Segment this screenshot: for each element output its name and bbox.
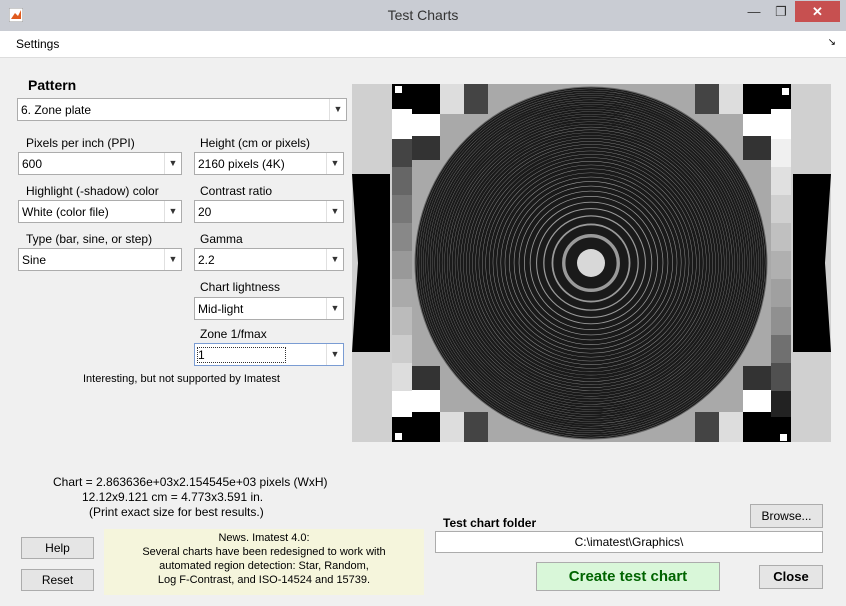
news-line-3: automated region detection: Star, Random… xyxy=(159,560,369,572)
height-label: Height (cm or pixels) xyxy=(200,136,311,150)
chevron-down-icon: ▼ xyxy=(164,153,181,174)
create-test-chart-button[interactable]: Create test chart xyxy=(536,562,720,591)
chart-preview xyxy=(352,84,831,442)
ppi-label: Pixels per inch (PPI) xyxy=(26,136,135,150)
reset-button[interactable]: Reset xyxy=(21,569,94,591)
pattern-value: 6. Zone plate xyxy=(21,103,92,117)
close-window-button[interactable]: ✕ xyxy=(795,1,840,22)
test-charts-window: Test Charts — ❐ ✕ Settings ↘ Pattern 6. … xyxy=(0,0,846,606)
chevron-down-icon: ▼ xyxy=(164,249,181,270)
height-value: 2160 pixels (4K) xyxy=(198,157,285,171)
height-select[interactable]: 2160 pixels (4K) ▼ xyxy=(194,152,344,175)
type-select[interactable]: Sine ▼ xyxy=(18,248,182,271)
highlight-value: White (color file) xyxy=(22,205,109,219)
chevron-down-icon: ▼ xyxy=(326,153,343,174)
chevron-down-icon: ▼ xyxy=(326,249,343,270)
pattern-select[interactable]: 6. Zone plate ▼ xyxy=(17,98,347,121)
news-line-2: Several charts have been redesigned to w… xyxy=(142,546,386,558)
help-button[interactable]: Help xyxy=(21,537,94,559)
lightness-label: Chart lightness xyxy=(200,280,281,294)
gamma-value: 2.2 xyxy=(198,253,215,267)
menu-bar: Settings ↘ xyxy=(0,31,846,58)
folder-path-input[interactable]: C:\imatest\Graphics\ xyxy=(435,531,823,553)
title-bar: Test Charts — ❐ ✕ xyxy=(0,0,846,31)
pattern-heading: Pattern xyxy=(28,77,77,93)
chevron-down-icon: ▼ xyxy=(164,201,181,222)
zone-select[interactable]: 1 ▼ xyxy=(194,343,344,366)
news-line-1: News. Imatest 4.0: xyxy=(218,532,310,544)
highlight-label: Highlight (-shadow) color xyxy=(26,184,159,198)
type-value: Sine xyxy=(22,253,47,267)
close-button[interactable]: Close xyxy=(759,565,823,589)
highlight-select[interactable]: White (color file) ▼ xyxy=(18,200,182,223)
contrast-label: Contrast ratio xyxy=(200,184,273,198)
zone-label: Zone 1/fmax xyxy=(200,327,267,341)
maximize-button[interactable]: ❐ xyxy=(768,1,794,22)
menu-settings[interactable]: Settings xyxy=(16,37,59,51)
imatest-note: Interesting, but not supported by Imates… xyxy=(83,373,280,385)
minimize-button[interactable]: — xyxy=(740,1,768,22)
zone-value: 1 xyxy=(197,347,286,363)
chevron-down-icon: ▼ xyxy=(326,298,343,319)
news-box: News. Imatest 4.0: Several charts have b… xyxy=(104,529,424,595)
chart-size-cm: 12.12x9.121 cm = 4.773x3.591 in. xyxy=(82,490,264,504)
news-line-4: Log F-Contrast, and ISO-14524 and 15739. xyxy=(157,574,371,586)
chevron-down-icon: ▼ xyxy=(326,201,343,222)
chart-size-pixels: Chart = 2.863636e+03x2.154545e+03 pixels… xyxy=(53,475,328,489)
zone-plate-image xyxy=(352,84,831,442)
lightness-select[interactable]: Mid-light ▼ xyxy=(194,297,344,320)
contrast-select[interactable]: 20 ▼ xyxy=(194,200,344,223)
contrast-value: 20 xyxy=(198,205,212,219)
window-title: Test Charts xyxy=(387,7,459,23)
print-note: (Print exact size for best results.) xyxy=(89,505,264,519)
gamma-label: Gamma xyxy=(200,232,243,246)
type-label: Type (bar, sine, or step) xyxy=(26,232,153,246)
browse-button[interactable]: Browse... xyxy=(750,504,823,528)
chevron-down-icon: ▼ xyxy=(329,99,346,120)
ppi-value: 600 xyxy=(22,157,43,171)
lightness-value: Mid-light xyxy=(198,302,244,316)
collapse-icon[interactable]: ↘ xyxy=(828,37,836,48)
gamma-select[interactable]: 2.2 ▼ xyxy=(194,248,344,271)
ppi-select[interactable]: 600 ▼ xyxy=(18,152,182,175)
chevron-down-icon: ▼ xyxy=(326,344,343,365)
folder-label: Test chart folder xyxy=(443,516,537,530)
